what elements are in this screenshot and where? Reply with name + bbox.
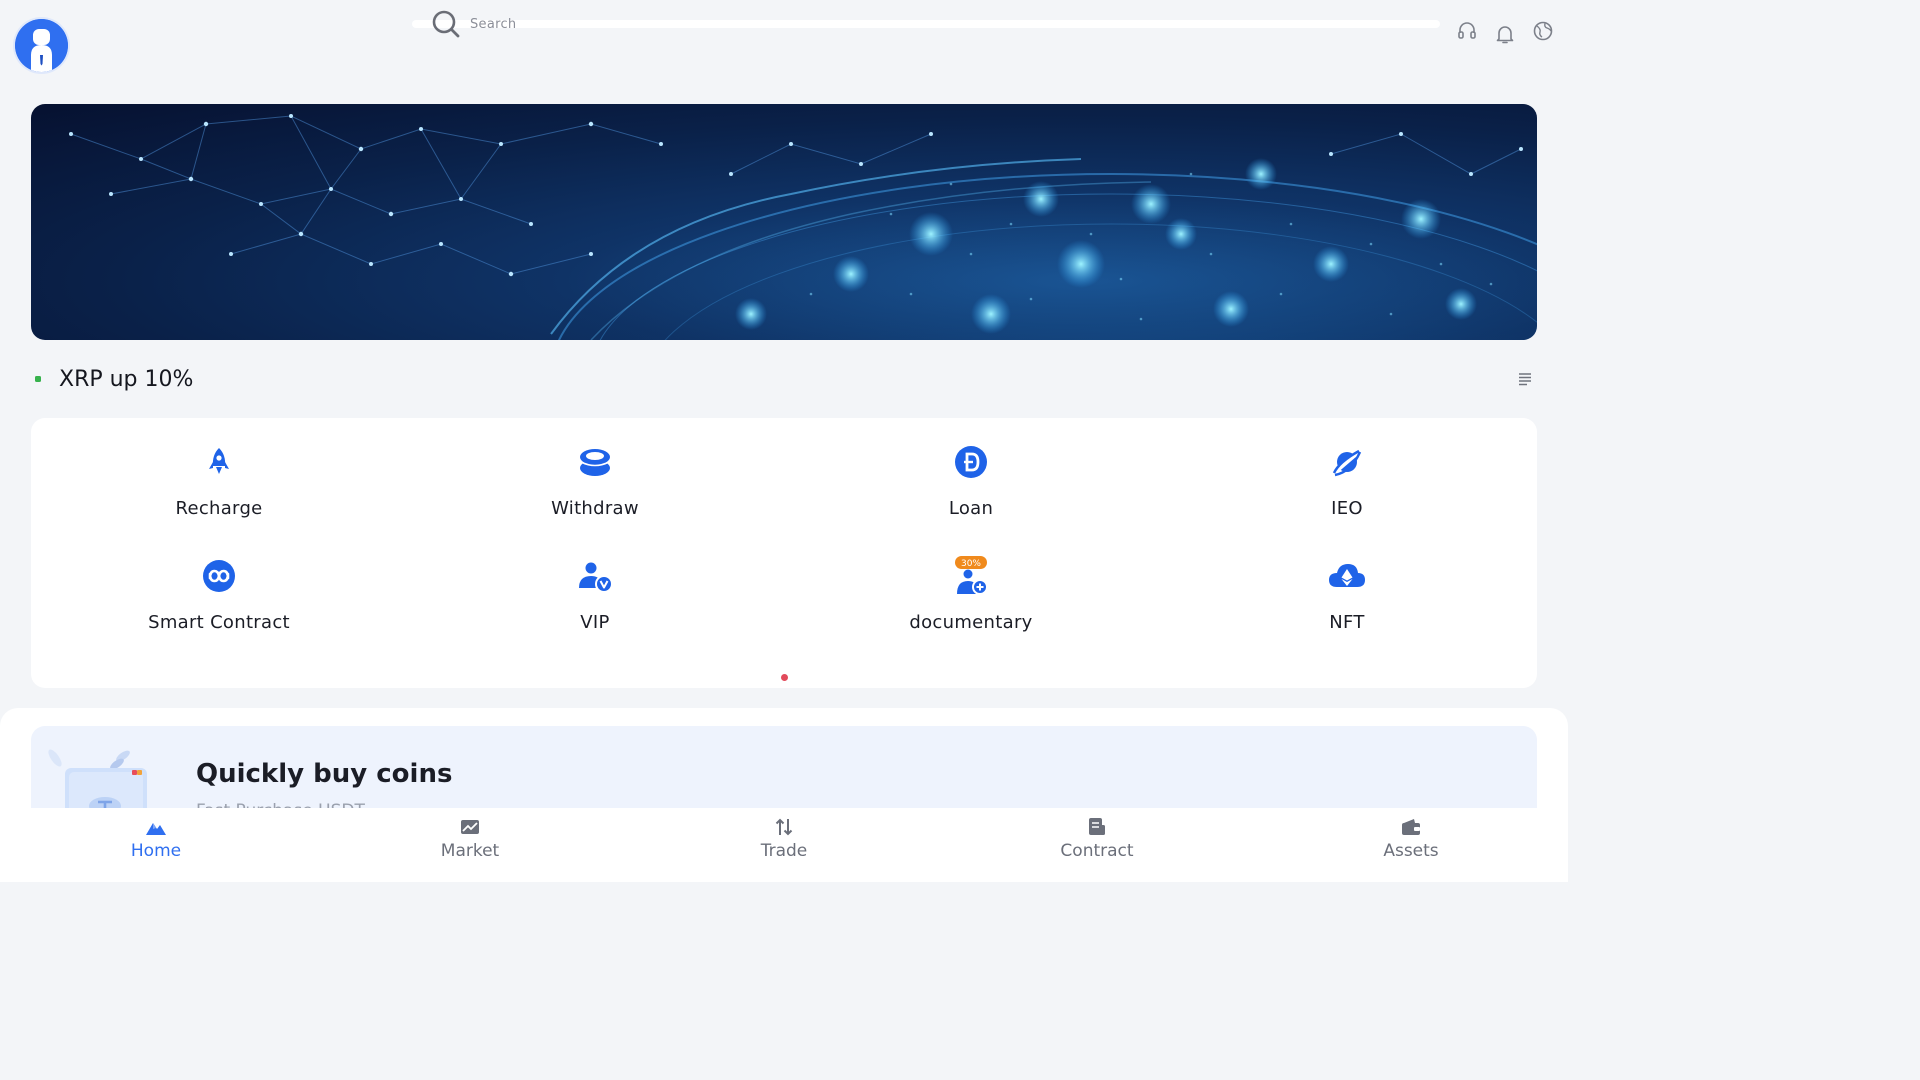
contract-chain-icon bbox=[203, 560, 235, 592]
quick-menu-card: Recharge Withdraw Loan IEO Smart Contrac… bbox=[31, 418, 1537, 688]
menu-item-ieo[interactable]: IEO bbox=[1159, 418, 1535, 519]
menu-label: documentary bbox=[909, 612, 1033, 633]
menu-item-recharge[interactable]: Recharge bbox=[31, 418, 407, 519]
menu-label: Smart Contract bbox=[148, 612, 290, 633]
chart-icon bbox=[461, 820, 479, 834]
search-placeholder: Search bbox=[470, 16, 517, 32]
tab-home[interactable]: Home bbox=[86, 808, 226, 882]
bottom-tab-bar: Home Market Trade Contract Assets bbox=[0, 808, 1568, 882]
menu-item-documentary[interactable]: 30% documentary bbox=[783, 532, 1159, 633]
network-globe-illustration bbox=[69, 114, 1537, 340]
add-user-icon: 30% bbox=[955, 556, 988, 595]
menu-label: IEO bbox=[1331, 498, 1363, 519]
tab-label: Market bbox=[440, 841, 500, 861]
percent-badge-text: 30% bbox=[961, 559, 981, 569]
wallet-icon bbox=[1402, 819, 1420, 835]
user-avatar[interactable] bbox=[15, 19, 68, 72]
rocket-icon bbox=[209, 448, 229, 474]
carousel-indicator-dot[interactable] bbox=[781, 674, 788, 681]
menu-item-nft[interactable]: NFT bbox=[1159, 532, 1535, 633]
announcement-text: XRP up 10% bbox=[59, 366, 194, 392]
vip-user-icon bbox=[579, 562, 613, 593]
home-mountain-icon bbox=[146, 823, 166, 835]
headset-icon[interactable] bbox=[1456, 20, 1478, 42]
tab-label: Trade bbox=[760, 841, 808, 861]
tab-label: Contract bbox=[1060, 841, 1134, 861]
menu-label: Withdraw bbox=[551, 498, 639, 519]
search-input-track bbox=[412, 20, 1440, 28]
menu-item-withdraw[interactable]: Withdraw bbox=[407, 418, 783, 519]
tab-label: Home bbox=[130, 841, 182, 861]
promo-banner[interactable] bbox=[31, 104, 1537, 340]
avatar-icon bbox=[15, 19, 68, 72]
tab-label: Assets bbox=[1383, 841, 1439, 861]
menu-label: Recharge bbox=[175, 498, 263, 519]
tab-trade[interactable]: Trade bbox=[714, 808, 854, 882]
list-icon[interactable] bbox=[1518, 372, 1532, 386]
menu-label: NFT bbox=[1329, 612, 1365, 633]
menu-item-vip[interactable]: VIP bbox=[407, 532, 783, 633]
cloud-eth-icon bbox=[1329, 564, 1365, 587]
planet-icon bbox=[1331, 448, 1363, 477]
tab-contract[interactable]: Contract bbox=[1027, 808, 1167, 882]
menu-item-loan[interactable]: Loan bbox=[783, 418, 1159, 519]
search-icon bbox=[432, 10, 460, 38]
bell-icon[interactable] bbox=[1494, 23, 1516, 45]
contract-doc-icon bbox=[1089, 818, 1105, 835]
menu-label: Loan bbox=[948, 498, 994, 519]
dogecoin-icon bbox=[955, 446, 987, 478]
menu-item-smart-contract[interactable]: Smart Contract bbox=[31, 532, 407, 633]
trade-arrows-icon bbox=[775, 818, 793, 836]
tab-assets[interactable]: Assets bbox=[1341, 808, 1481, 882]
coins-stack-icon bbox=[580, 449, 610, 476]
quick-buy-title: Quickly buy coins bbox=[196, 759, 453, 789]
globe-icon[interactable] bbox=[1532, 20, 1554, 42]
green-dot-icon bbox=[35, 376, 41, 382]
menu-label: VIP bbox=[580, 612, 610, 633]
search-bar[interactable]: Search bbox=[412, 6, 1440, 42]
announcement-bar[interactable]: XRP up 10% bbox=[31, 362, 1537, 396]
tab-market[interactable]: Market bbox=[400, 808, 540, 882]
